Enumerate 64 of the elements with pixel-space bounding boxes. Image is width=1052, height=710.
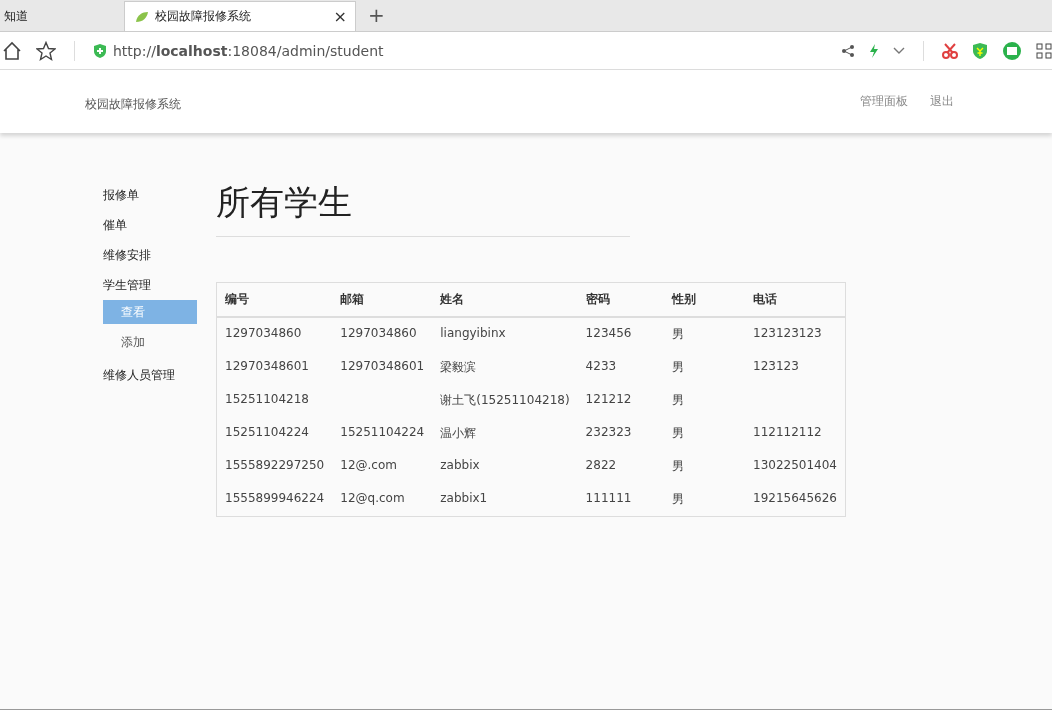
browser-tab[interactable]: 知道 (0, 1, 124, 31)
sidebar-item[interactable]: 维修安排 (103, 240, 151, 270)
table-cell: 男 (671, 426, 684, 440)
column-header: 性别 (663, 282, 745, 317)
table-cell: zabbix1 (440, 491, 488, 505)
scissors-icon[interactable] (942, 42, 958, 59)
table-cell: 男 (671, 360, 684, 374)
star-icon[interactable] (36, 40, 56, 61)
nav-link[interactable]: 退出 (930, 93, 954, 110)
table-cell: 1555899946224 (225, 491, 325, 505)
leaf-icon (135, 10, 149, 23)
column-header: 密码 (577, 282, 664, 317)
table-cell: zabbix (440, 458, 480, 472)
shield-icon[interactable] (972, 41, 988, 60)
table-cell: 15251104224 (340, 425, 425, 439)
share-icon[interactable] (841, 43, 855, 58)
nav-link[interactable]: 管理面板 (860, 93, 908, 110)
new-tab-button[interactable]: + (368, 3, 385, 27)
page-title: 所有学生 (216, 180, 630, 237)
sidebar-item[interactable]: 催单 (103, 210, 127, 240)
sidebar-subitem[interactable]: 添加 (103, 330, 197, 354)
lightning-icon[interactable] (869, 43, 879, 58)
table-cell: 123123123 (753, 326, 822, 340)
table-cell: 19215645626 (753, 491, 837, 505)
table-cell: liangyibinx (440, 326, 506, 340)
table-cell: 12@.com (340, 458, 397, 472)
sidebar-item[interactable]: 维修人员管理 (103, 360, 175, 390)
table-cell: 1555892297250 (225, 458, 325, 472)
table-cell: 13022501404 (753, 458, 837, 472)
shield-icon (93, 42, 107, 59)
home-icon[interactable] (2, 40, 22, 61)
table-cell: 男 (671, 393, 684, 407)
table-cell: 男 (671, 327, 684, 341)
browser-tab[interactable]: 校园故障报修系统 × (124, 1, 356, 31)
column-header: 编号 (216, 282, 333, 317)
table-cell: 男 (671, 459, 684, 473)
table-cell: 谢土飞(15251104218) (440, 393, 570, 407)
chevron-down-icon[interactable] (893, 46, 905, 55)
brand-link[interactable]: 校园故障报修系统 (85, 96, 181, 113)
table-cell: 1297034860 (225, 326, 302, 340)
column-header: 姓名 (432, 282, 578, 317)
column-header: 电话 (745, 282, 846, 317)
table-cell: 123123 (753, 359, 799, 373)
table-cell: 温小辉 (440, 426, 477, 440)
table-cell: 15251104218 (225, 392, 309, 406)
sidebar-item[interactable]: 报修单 (103, 180, 139, 210)
table-cell: 1297034860 (340, 326, 417, 340)
table-cell: 男 (671, 492, 684, 506)
table-cell: 112112112 (753, 425, 822, 439)
sidebar-item[interactable]: 学生管理 (103, 270, 151, 300)
table-cell: 123456 (585, 326, 632, 340)
table-cell: 232323 (585, 425, 632, 439)
close-icon[interactable]: × (333, 7, 347, 26)
table-cell: 2822 (585, 458, 617, 472)
grid-icon[interactable] (1036, 42, 1052, 59)
table-cell: 12970348601 (340, 359, 425, 373)
table-cell: 梁毅滨 (440, 360, 477, 374)
table-cell: 12970348601 (225, 359, 309, 373)
column-header: 邮箱 (332, 282, 433, 317)
table-cell: 121212 (585, 392, 632, 406)
table-cell: 4233 (585, 359, 617, 373)
table-cell: 12@q.com (340, 491, 405, 505)
table-cell: 15251104224 (225, 425, 309, 439)
table-cell: 111111 (585, 491, 632, 505)
